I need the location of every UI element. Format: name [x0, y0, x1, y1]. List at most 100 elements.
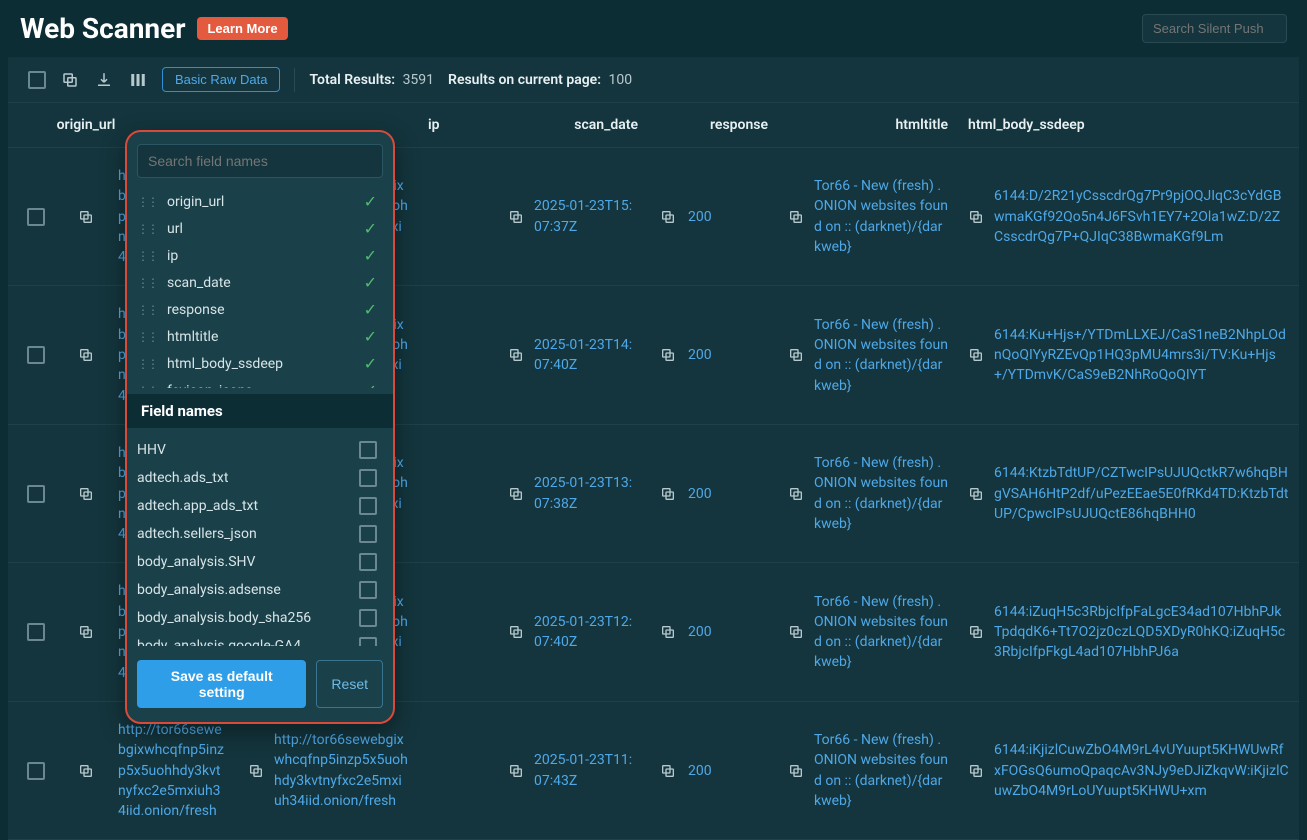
selected-field-item[interactable]: ⋮⋮origin_url✓	[137, 188, 377, 215]
copy-icon[interactable]	[968, 207, 984, 227]
drag-handle-icon[interactable]: ⋮⋮	[137, 249, 157, 263]
selected-field-item[interactable]: ⋮⋮html_body_ssdeep✓	[137, 350, 377, 377]
available-field-item[interactable]: adtech.sellers_json	[137, 520, 377, 548]
col-response[interactable]: response	[648, 117, 778, 133]
drag-handle-icon[interactable]: ⋮⋮	[137, 222, 157, 236]
copy-icon[interactable]	[788, 207, 804, 227]
response-cell[interactable]: 200	[688, 345, 712, 365]
search-input[interactable]	[1142, 14, 1287, 43]
ssdeep-cell[interactable]: 6144:KtzbTdtUP/CZTwcIPsUJUQctkR7w6hqBHgV…	[994, 463, 1289, 524]
copy-icon[interactable]	[968, 622, 984, 642]
copy-icon[interactable]	[76, 622, 96, 642]
selected-field-item[interactable]: ⋮⋮scan_date✓	[137, 269, 377, 296]
available-field-item[interactable]: body_analysis.adsense	[137, 576, 377, 604]
copy-icon[interactable]	[658, 345, 678, 365]
field-search-input[interactable]	[137, 144, 383, 178]
col-htmltitle[interactable]: htmltitle	[778, 117, 958, 133]
copy-icon[interactable]	[76, 484, 96, 504]
htmltitle-cell[interactable]: Tor66 - New (fresh) .ONION websites foun…	[814, 730, 948, 811]
response-cell[interactable]: 200	[688, 761, 712, 781]
field-checkbox[interactable]	[359, 609, 377, 627]
url-cell[interactable]: http://tor66sewebgixwhcqfnp5inzp5x5uohhd…	[274, 730, 408, 811]
col-ssdeep[interactable]: html_body_ssdeep	[958, 117, 1299, 133]
download-icon[interactable]	[94, 70, 114, 90]
response-cell[interactable]: 200	[688, 622, 712, 642]
learn-more-button[interactable]: Learn More	[197, 17, 287, 40]
copy-icon[interactable]	[968, 761, 984, 781]
copy-icon[interactable]	[788, 761, 804, 781]
copy-icon[interactable]	[788, 345, 804, 365]
copy-icon[interactable]	[508, 761, 524, 781]
col-origin-url[interactable]: origin_url	[64, 117, 108, 133]
select-all-checkbox[interactable]	[28, 71, 46, 89]
available-field-item[interactable]: body_analysis.google-GA4	[137, 632, 377, 646]
ssdeep-cell[interactable]: 6144:Ku+Hjs+/YTDmLLXEJ/CaS1neB2NhpLOdnQo…	[994, 325, 1289, 386]
ssdeep-cell[interactable]: 6144:D/2R21yCsscdrQg7Pr9pjOQJIqC3cYdGBwm…	[994, 186, 1289, 247]
htmltitle-cell[interactable]: Tor66 - New (fresh) .ONION websites foun…	[814, 592, 948, 673]
copy-icon[interactable]	[76, 207, 96, 227]
scan-date-cell[interactable]: 2025-01-23T13:07:38Z	[534, 473, 638, 514]
copy-icon[interactable]	[658, 207, 678, 227]
copy-icon[interactable]	[968, 484, 984, 504]
drag-handle-icon[interactable]: ⋮⋮	[137, 357, 157, 371]
response-cell[interactable]: 200	[688, 207, 712, 227]
field-checkbox[interactable]	[359, 441, 377, 459]
htmltitle-cell[interactable]: Tor66 - New (fresh) .ONION websites foun…	[814, 176, 948, 257]
field-checkbox[interactable]	[359, 581, 377, 599]
columns-icon[interactable]	[128, 70, 148, 90]
row-checkbox[interactable]	[27, 208, 45, 226]
row-checkbox[interactable]	[27, 346, 45, 364]
selected-field-item[interactable]: ⋮⋮favicon_icons✓	[137, 377, 377, 388]
copy-icon[interactable]	[788, 622, 804, 642]
scan-date-cell[interactable]: 2025-01-23T14:07:40Z	[534, 335, 638, 376]
basic-raw-data-button[interactable]: Basic Raw Data	[162, 67, 280, 92]
field-checkbox[interactable]	[359, 497, 377, 515]
copy-icon[interactable]	[76, 345, 96, 365]
copy-icon[interactable]	[76, 761, 96, 781]
col-scan-date[interactable]: scan_date	[498, 117, 648, 133]
copy-icon[interactable]	[968, 345, 984, 365]
htmltitle-cell[interactable]: Tor66 - New (fresh) .ONION websites foun…	[814, 315, 948, 396]
drag-handle-icon[interactable]: ⋮⋮	[137, 195, 157, 209]
available-field-item[interactable]: body_analysis.SHV	[137, 548, 377, 576]
available-field-item[interactable]: body_analysis.body_sha256	[137, 604, 377, 632]
row-checkbox[interactable]	[27, 623, 45, 641]
drag-handle-icon[interactable]: ⋮⋮	[137, 276, 157, 290]
origin-url-cell[interactable]: http://tor66sewebgixwhcqfnp5inzp5x5uohhd…	[118, 720, 228, 821]
field-checkbox[interactable]	[359, 469, 377, 487]
field-checkbox[interactable]	[359, 525, 377, 543]
copy-icon[interactable]	[508, 484, 524, 504]
copy-icon[interactable]	[508, 622, 524, 642]
row-checkbox[interactable]	[27, 485, 45, 503]
drag-handle-icon[interactable]: ⋮⋮	[137, 330, 157, 344]
drag-handle-icon[interactable]: ⋮⋮	[137, 384, 157, 389]
copy-icon[interactable]	[658, 484, 678, 504]
copy-icon[interactable]	[658, 761, 678, 781]
copy-icon[interactable]	[658, 622, 678, 642]
scan-date-cell[interactable]: 2025-01-23T12:07:40Z	[534, 612, 638, 653]
available-field-item[interactable]: adtech.app_ads_txt	[137, 492, 377, 520]
field-checkbox[interactable]	[359, 553, 377, 571]
selected-field-item[interactable]: ⋮⋮htmltitle✓	[137, 323, 377, 350]
row-checkbox[interactable]	[27, 762, 45, 780]
col-ip[interactable]: ip	[418, 117, 498, 133]
copy-icon[interactable]	[508, 207, 524, 227]
selected-field-item[interactable]: ⋮⋮response✓	[137, 296, 377, 323]
reset-button[interactable]: Reset	[316, 660, 383, 708]
available-field-item[interactable]: adtech.ads_txt	[137, 464, 377, 492]
scan-date-cell[interactable]: 2025-01-23T11:07:43Z	[534, 750, 638, 791]
htmltitle-cell[interactable]: Tor66 - New (fresh) .ONION websites foun…	[814, 453, 948, 534]
copy-icon[interactable]	[60, 70, 80, 90]
save-default-button[interactable]: Save as default setting	[137, 660, 306, 708]
field-checkbox[interactable]	[359, 637, 377, 646]
selected-field-item[interactable]: ⋮⋮ip✓	[137, 242, 377, 269]
copy-icon[interactable]	[248, 761, 264, 781]
scan-date-cell[interactable]: 2025-01-23T15:07:37Z	[534, 196, 638, 237]
selected-field-item[interactable]: ⋮⋮url✓	[137, 215, 377, 242]
drag-handle-icon[interactable]: ⋮⋮	[137, 303, 157, 317]
response-cell[interactable]: 200	[688, 484, 712, 504]
ssdeep-cell[interactable]: 6144:iZuqH5c3RbjcIfpFaLgcE34ad107HbhPJkT…	[994, 602, 1289, 663]
copy-icon[interactable]	[508, 345, 524, 365]
available-field-item[interactable]: HHV	[137, 436, 377, 464]
ssdeep-cell[interactable]: 6144:iKjizlCuwZbO4M9rL4vUYuupt5KHWUwRfxF…	[994, 740, 1289, 801]
